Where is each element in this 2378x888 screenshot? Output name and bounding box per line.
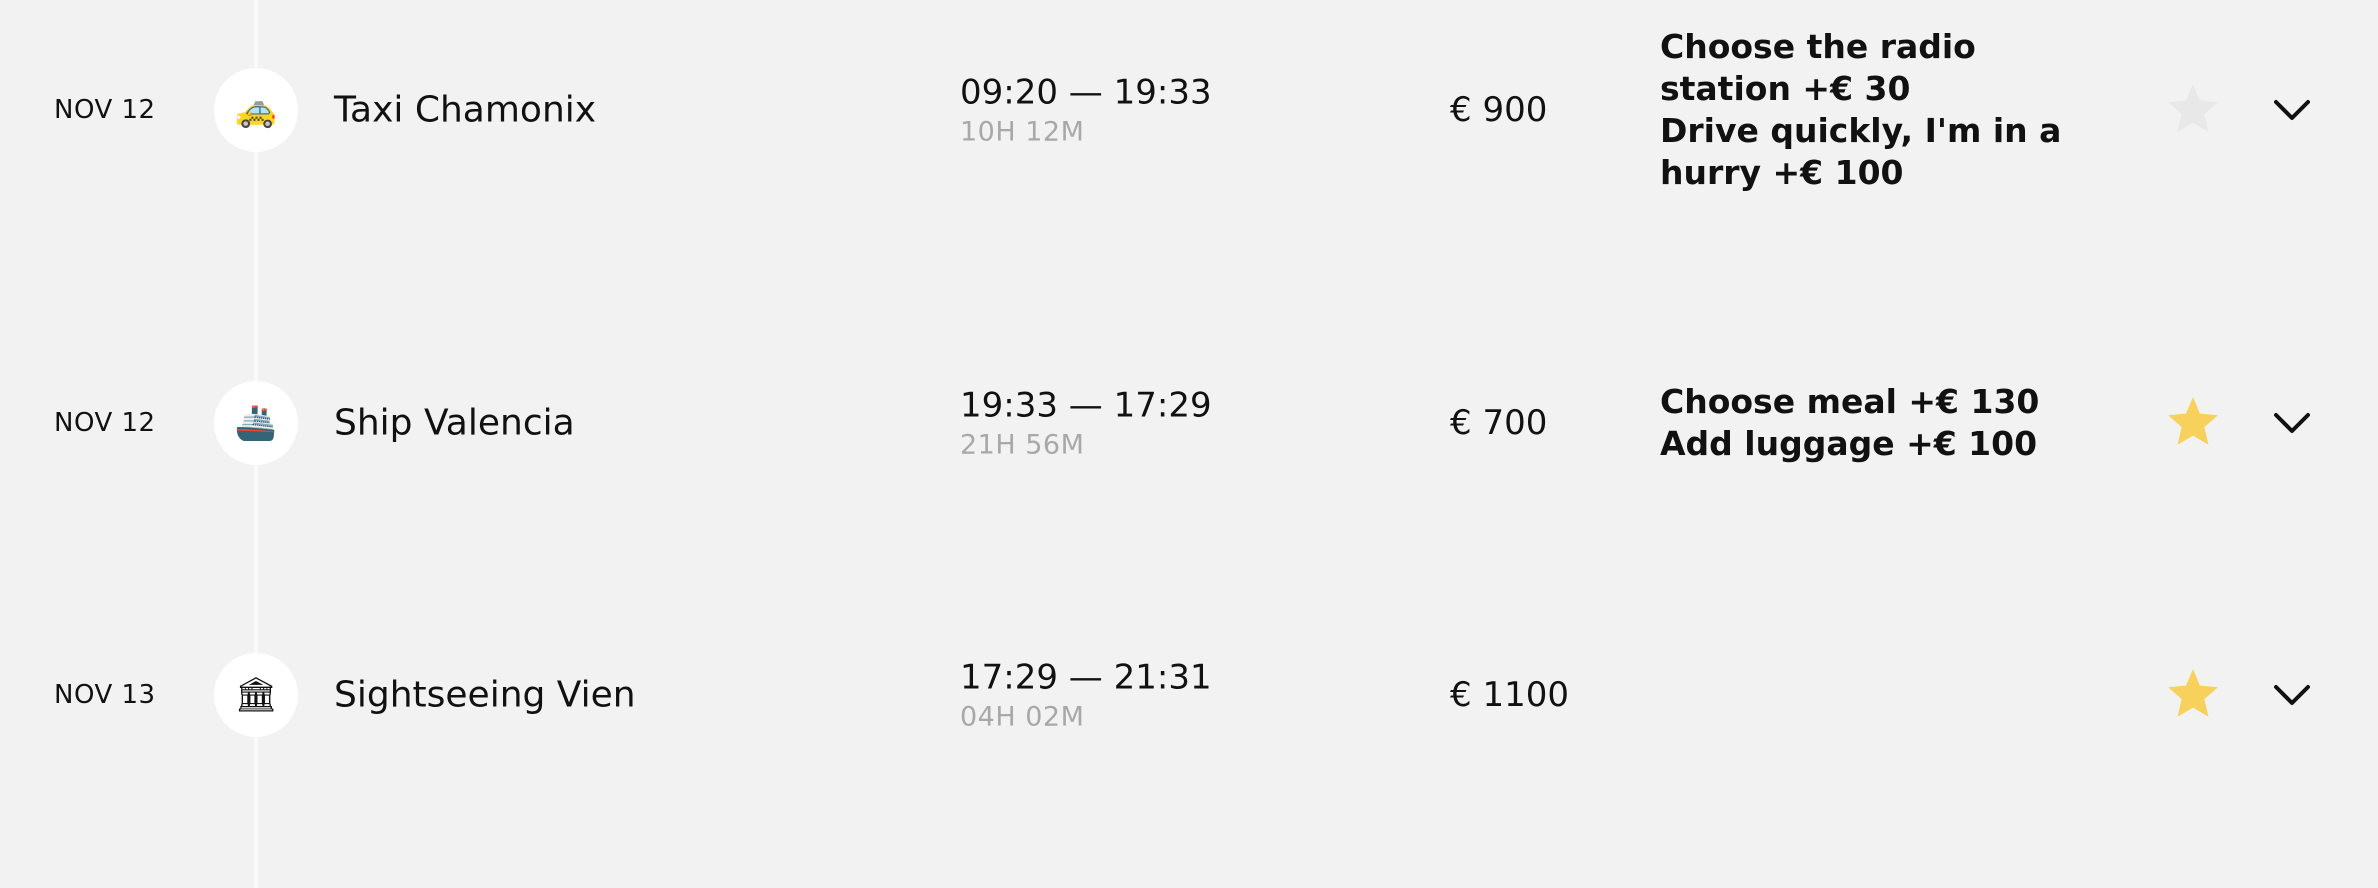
trip-row-ship-valencia: NOV 12 🚢 Ship Valencia 19:33 — 17:29 21H… — [0, 313, 2378, 533]
trip-price: € 1100 — [1450, 675, 1569, 715]
trip-extra-item: Add luggage +€ 100 — [1660, 424, 2038, 463]
chevron-down-icon[interactable] — [2272, 408, 2312, 438]
favorite-star-icon[interactable] — [2164, 395, 2222, 451]
trip-times: 17:29 — 21:31 04H 02M — [960, 658, 1212, 733]
trip-date: NOV 12 — [54, 95, 156, 125]
trip-row-taxi-chamonix: NOV 12 🚕 Taxi Chamonix 09:20 — 19:33 10H… — [0, 0, 2378, 220]
trip-title: Taxi Chamonix — [334, 89, 597, 131]
museum-icon: 🏛 — [214, 653, 298, 737]
trip-duration: 04H 02M — [960, 701, 1085, 733]
chevron-down-icon[interactable] — [2272, 680, 2312, 710]
favorite-star-icon[interactable] — [2164, 667, 2222, 723]
trip-extras: Choose the radio station +€ 30 Drive qui… — [1660, 26, 2100, 194]
trip-title: Ship Valencia — [334, 402, 575, 444]
trip-extra-item: Drive quickly, I'm in a hurry +€ 100 — [1660, 111, 2062, 192]
trip-time-range: 17:29 — 21:31 — [960, 657, 1212, 698]
trip-times: 19:33 — 17:29 21H 56M — [960, 386, 1212, 461]
trip-title: Sightseeing Vien — [334, 674, 636, 716]
ship-icon: 🚢 — [214, 381, 298, 465]
trip-extra-item: Choose meal +€ 130 — [1660, 382, 2040, 421]
trip-extra-item: Choose the radio station +€ 30 — [1660, 27, 1976, 108]
trip-duration: 21H 56M — [960, 429, 1085, 461]
trip-time-range: 19:33 — 17:29 — [960, 385, 1212, 426]
taxi-icon: 🚕 — [214, 68, 298, 152]
trip-times: 09:20 — 19:33 10H 12M — [960, 73, 1212, 148]
trip-price: € 700 — [1450, 403, 1548, 443]
trip-row-sightseeing-vien: NOV 13 🏛 Sightseeing Vien 17:29 — 21:31 … — [0, 585, 2378, 805]
trip-duration: 10H 12M — [960, 116, 1085, 148]
trip-price: € 900 — [1450, 90, 1548, 130]
trip-date: NOV 12 — [54, 408, 156, 438]
chevron-down-icon[interactable] — [2272, 95, 2312, 125]
trip-list: NOV 12 🚕 Taxi Chamonix 09:20 — 19:33 10H… — [0, 0, 2378, 888]
trip-time-range: 09:20 — 19:33 — [960, 72, 1212, 113]
trip-date: NOV 13 — [54, 680, 156, 710]
trip-extras: Choose meal +€ 130 Add luggage +€ 100 — [1660, 381, 2100, 465]
favorite-star-icon[interactable] — [2164, 82, 2222, 138]
